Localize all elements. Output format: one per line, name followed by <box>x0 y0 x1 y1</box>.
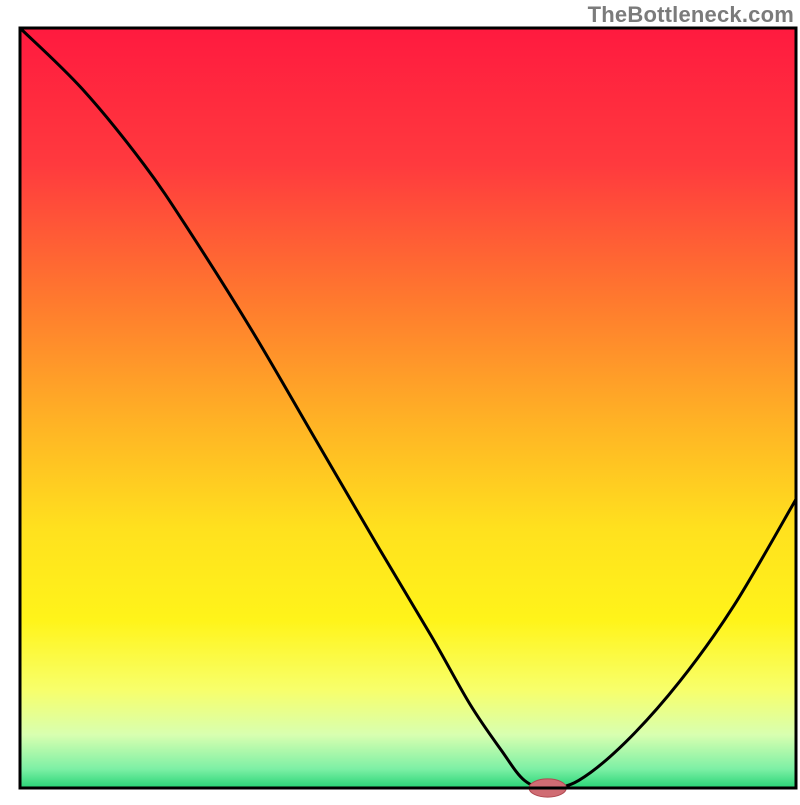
gradient-background <box>20 28 796 788</box>
attribution-label: TheBottleneck.com <box>588 2 794 28</box>
bottleneck-chart: TheBottleneck.com <box>0 0 800 800</box>
chart-svg <box>0 0 800 800</box>
